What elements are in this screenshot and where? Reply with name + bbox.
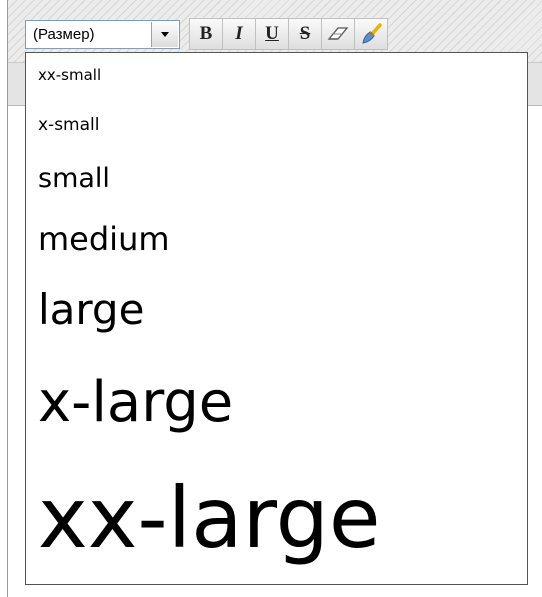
bold-icon: B bbox=[199, 23, 213, 44]
format-painter-button[interactable] bbox=[354, 18, 388, 50]
font-size-select[interactable]: (Размер) bbox=[25, 20, 180, 49]
format-brush-icon bbox=[362, 23, 382, 44]
font-size-dropdown: xx-small x-small small medium large x-la… bbox=[25, 52, 528, 585]
font-size-option-xx-large[interactable]: xx-large bbox=[38, 476, 381, 560]
strikethrough-button[interactable]: S bbox=[288, 18, 322, 50]
bold-button[interactable]: B bbox=[189, 18, 223, 50]
font-size-option-x-small[interactable]: x-small bbox=[38, 117, 99, 134]
font-size-option-small[interactable]: small bbox=[38, 165, 110, 192]
font-size-option-medium[interactable]: medium bbox=[38, 223, 170, 255]
chevron-down-icon[interactable] bbox=[151, 22, 178, 47]
font-size-option-x-large[interactable]: x-large bbox=[38, 375, 233, 431]
italic-button[interactable]: I bbox=[222, 18, 256, 50]
eraser-icon bbox=[327, 27, 349, 40]
underline-icon: U bbox=[265, 23, 279, 44]
eraser-button[interactable] bbox=[321, 18, 355, 50]
font-size-option-xx-small[interactable]: xx-small bbox=[38, 68, 101, 83]
underline-button[interactable]: U bbox=[255, 18, 289, 50]
font-size-option-large[interactable]: large bbox=[38, 289, 144, 331]
font-size-select-value: (Размер) bbox=[33, 26, 95, 43]
strikethrough-icon: S bbox=[299, 23, 311, 44]
italic-icon: I bbox=[235, 23, 243, 44]
